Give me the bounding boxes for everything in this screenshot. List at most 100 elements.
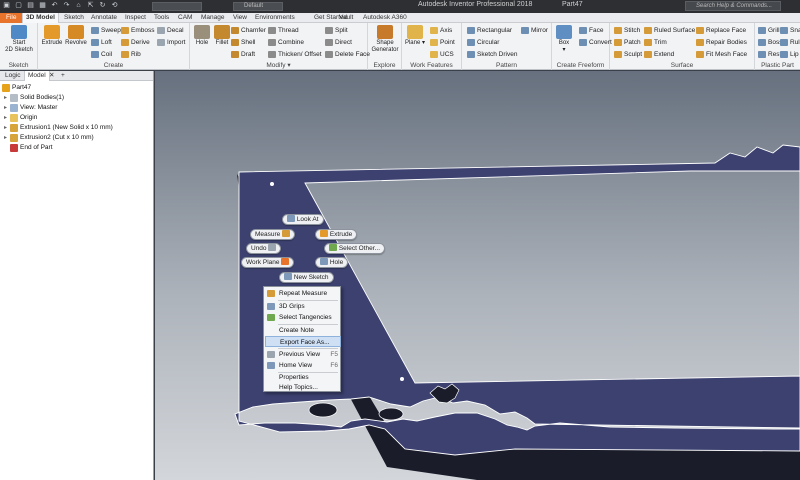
marking-menu-hole[interactable]: Hole: [315, 257, 349, 268]
stitch-button[interactable]: Stitch: [613, 25, 640, 36]
undo-icon[interactable]: ↶: [50, 1, 59, 10]
fillet-button[interactable]: Fillet: [212, 25, 232, 47]
rest-button[interactable]: Rest: [757, 49, 781, 60]
expand-icon[interactable]: ▸: [4, 133, 7, 143]
menu-item-create-note[interactable]: Create Note: [265, 325, 341, 336]
menu-item-home-view[interactable]: Home View F6: [265, 360, 341, 371]
tab-annotate[interactable]: Annotate: [88, 13, 120, 23]
select-icon[interactable]: ⇱: [86, 1, 95, 10]
tab-tools[interactable]: Tools: [151, 13, 172, 23]
repair-bodies-button[interactable]: Repair Bodies: [695, 37, 747, 48]
chamfer-button[interactable]: Chamfer: [230, 25, 266, 36]
rule-fillet-button[interactable]: Rule F: [779, 37, 800, 48]
delete-face-button[interactable]: Delete Face: [324, 49, 370, 60]
marking-menu-measure[interactable]: Measure: [250, 229, 296, 240]
rib-button[interactable]: Rib: [120, 49, 141, 60]
tree-node-end-of-part[interactable]: End of Part: [10, 143, 53, 153]
redo-icon[interactable]: ↷: [62, 1, 71, 10]
new-icon[interactable]: ▢: [14, 1, 23, 10]
replace-face-button[interactable]: Replace Face: [695, 25, 746, 36]
sculpt-button[interactable]: Sculpt: [613, 49, 642, 60]
ruled-surface-button[interactable]: Ruled Surface: [643, 25, 695, 36]
tab-cam[interactable]: CAM: [175, 13, 195, 23]
app-menu-icon[interactable]: ▣: [2, 1, 11, 10]
tree-node-solid-bodies[interactable]: Solid Bodies(1): [10, 93, 64, 103]
tab-manage[interactable]: Manage: [198, 13, 228, 23]
expand-icon[interactable]: ▸: [4, 123, 7, 133]
combine-button[interactable]: Combine: [267, 37, 304, 48]
tree-node-origin[interactable]: Origin: [10, 113, 37, 123]
import-button[interactable]: Import: [156, 37, 185, 48]
menu-item-repeat-measure[interactable]: Repeat Measure: [265, 288, 341, 299]
open-icon[interactable]: ▤: [26, 1, 35, 10]
box-button[interactable]: Box ▾: [554, 25, 574, 54]
tab-view[interactable]: View: [230, 13, 250, 23]
lip-button[interactable]: Lip: [779, 49, 799, 60]
expand-icon[interactable]: ▸: [4, 113, 7, 123]
mirror-button[interactable]: Mirror: [520, 25, 548, 36]
save-icon[interactable]: ▦: [38, 1, 47, 10]
snap-button[interactable]: Snap: [779, 25, 800, 36]
start-2d-sketch-button[interactable]: Start 2D Sketch: [3, 25, 35, 54]
marking-menu-select-other[interactable]: Select Other...: [324, 243, 385, 254]
shape-generator-button[interactable]: Shape Generator: [370, 25, 400, 54]
thread-button[interactable]: Thread: [267, 25, 299, 36]
marking-menu-work-plane[interactable]: Work Plane: [241, 257, 295, 268]
sketch-driven-pattern-button[interactable]: Sketch Driven: [466, 49, 517, 60]
tab-logic[interactable]: Logic: [2, 71, 24, 81]
patch-button[interactable]: Patch: [613, 37, 641, 48]
ucs-button[interactable]: UCS: [429, 49, 454, 60]
tab-environments[interactable]: Environments: [252, 13, 298, 23]
grill-button[interactable]: Grill: [757, 25, 780, 36]
derive-button[interactable]: Derive: [120, 37, 150, 48]
tree-node-extrusion1[interactable]: Extrusion1 (New Solid x 10 mm): [10, 123, 113, 133]
extend-button[interactable]: Extend: [643, 49, 674, 60]
add-browser-tab-button[interactable]: +: [58, 71, 68, 81]
plane-button[interactable]: Plane ▾: [404, 25, 426, 47]
tab-file[interactable]: File: [0, 13, 23, 23]
tab-vault[interactable]: Vault: [336, 13, 356, 23]
loft-button[interactable]: Loft: [90, 37, 112, 48]
tree-node-extrusion2[interactable]: Extrusion2 (Cut x 10 mm): [10, 133, 94, 143]
update-icon[interactable]: ↻: [98, 1, 107, 10]
rectangular-pattern-button[interactable]: Rectangular: [466, 25, 512, 36]
circular-pattern-button[interactable]: Circular: [466, 37, 499, 48]
menu-item-3d-grips[interactable]: 3D Grips: [265, 301, 341, 312]
convert-button[interactable]: Convert: [578, 37, 612, 48]
expand-icon[interactable]: ▸: [4, 93, 7, 103]
sync-icon[interactable]: ⟲: [110, 1, 119, 10]
expand-icon[interactable]: ▸: [4, 103, 7, 113]
revolve-button[interactable]: Revolve: [64, 25, 88, 47]
tab-3d-model[interactable]: 3D Model: [22, 13, 59, 23]
marking-menu-undo[interactable]: Undo: [246, 243, 282, 254]
tree-node-part[interactable]: Part47: [2, 83, 31, 93]
menu-item-select-tangencies[interactable]: Select Tangencies: [265, 312, 341, 323]
decal-button[interactable]: Decal: [156, 25, 184, 36]
marking-menu-new-sketch[interactable]: New Sketch: [279, 272, 334, 283]
axis-button[interactable]: Axis: [429, 25, 452, 36]
graphics-viewport[interactable]: Look At Measure Extrude Undo Select Othe…: [155, 71, 800, 480]
tab-sketch[interactable]: Sketch: [61, 13, 87, 23]
trim-button[interactable]: Trim: [643, 37, 667, 48]
tab-inspect[interactable]: Inspect: [122, 13, 149, 23]
emboss-button[interactable]: Emboss: [120, 25, 154, 36]
home-icon[interactable]: ⌂: [74, 1, 83, 10]
draft-button[interactable]: Draft: [230, 49, 255, 60]
help-search-input[interactable]: Search Help & Commands...: [685, 1, 781, 11]
sweep-button[interactable]: Sweep: [90, 25, 121, 36]
split-button[interactable]: Split: [324, 25, 348, 36]
tab-a360[interactable]: Autodesk A360: [360, 13, 410, 23]
extrude-button[interactable]: Extrude: [40, 25, 64, 47]
appearance-dropdown[interactable]: Default: [233, 2, 283, 11]
fit-mesh-face-button[interactable]: Fit Mesh Face: [695, 49, 747, 60]
shell-button[interactable]: Shell: [230, 37, 255, 48]
close-tab-icon[interactable]: ✕: [46, 71, 57, 81]
menu-item-export-face-as[interactable]: Export Face As...: [265, 336, 341, 347]
menu-item-help-topics[interactable]: Help Topics...: [265, 382, 341, 393]
marking-menu-look-at[interactable]: Look At: [282, 214, 324, 225]
direct-button[interactable]: Direct: [324, 37, 352, 48]
menu-item-previous-view[interactable]: Previous View F5: [265, 349, 341, 360]
material-dropdown[interactable]: [152, 2, 202, 11]
coil-button[interactable]: Coil: [90, 49, 112, 60]
face-button[interactable]: Face: [578, 25, 603, 36]
